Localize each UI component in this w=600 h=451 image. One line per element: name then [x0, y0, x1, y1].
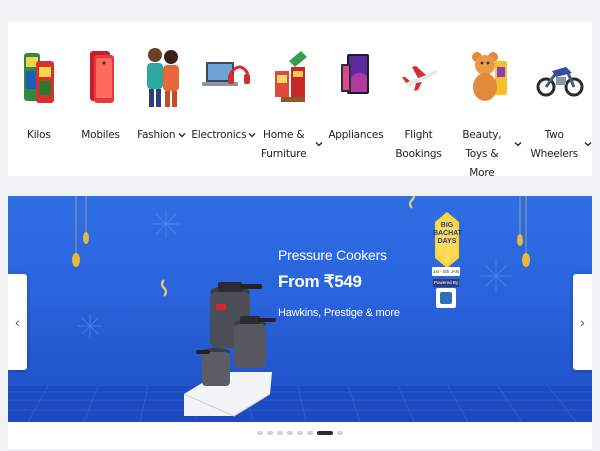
- badge-dates: 1st - 5th JAN: [432, 267, 460, 276]
- carousel-dot[interactable]: [257, 431, 263, 435]
- carousel-dot[interactable]: [277, 431, 283, 435]
- category-mobiles[interactable]: Mobiles: [70, 22, 132, 176]
- tv-appliance-icon: [327, 44, 387, 110]
- promo-banner[interactable]: Pressure Cookers From ₹549 Hawkins, Pres…: [8, 196, 592, 422]
- carousel-dot[interactable]: [297, 431, 303, 435]
- chevron-down-icon: [177, 126, 187, 145]
- carousel-dot[interactable]: [337, 431, 343, 435]
- chevron-right-icon: ›: [580, 314, 585, 330]
- airplane-icon: [390, 44, 450, 110]
- category-label: Electronics: [191, 126, 256, 145]
- category-kilos[interactable]: Kilos: [8, 22, 70, 176]
- promo-subtitle: Hawkins, Prestige & more: [278, 307, 400, 319]
- category-electronics[interactable]: Electronics: [191, 22, 256, 176]
- category-label: Beauty, Toys & More: [449, 126, 526, 183]
- bank-logo-icon: [436, 288, 456, 308]
- chevron-left-icon: ‹: [15, 314, 20, 330]
- banner-carousel: Pressure Cookers From ₹549 Hawkins, Pres…: [8, 196, 592, 449]
- teddy-bear-icon: [459, 44, 519, 110]
- carousel-dot[interactable]: [307, 431, 313, 435]
- chevron-down-icon: [315, 126, 324, 147]
- carousel-next-button[interactable]: ›: [573, 274, 592, 370]
- carousel-dot[interactable]: [267, 431, 273, 435]
- carousel-prev-button[interactable]: ‹: [8, 274, 27, 370]
- category-navigation: Kilos Mobiles Fashion Electronics Home &…: [8, 22, 592, 179]
- category-two-wheelers[interactable]: Two Wheelers: [526, 22, 592, 176]
- home-furniture-icon: [261, 44, 321, 110]
- motorbike-icon: [530, 44, 590, 110]
- mobile-phone-icon: [72, 44, 132, 110]
- chevron-down-icon: [584, 126, 592, 147]
- category-label: Fashion: [131, 126, 193, 145]
- pressure-cooker-icon: [196, 282, 276, 386]
- grocery-icon: [10, 44, 70, 110]
- carousel-pagination: [8, 431, 592, 435]
- promo-title: Pressure Cookers: [278, 247, 387, 263]
- category-fashion[interactable]: Fashion: [131, 22, 193, 176]
- category-label: Home & Furniture: [255, 126, 324, 164]
- category-flight-bookings[interactable]: Flight Bookings: [388, 22, 450, 176]
- badge-text: BIG BACHAT DAYS: [433, 222, 463, 245]
- carousel-dot[interactable]: [287, 431, 293, 435]
- category-label: Flight Bookings: [395, 129, 442, 160]
- category-label: Appliances: [328, 129, 384, 141]
- promo-price: From ₹549: [278, 272, 362, 291]
- category-label: Two Wheelers: [526, 126, 592, 164]
- category-label: Kilos: [27, 129, 51, 141]
- fashion-models-icon: [133, 44, 193, 110]
- category-beauty-toys[interactable]: Beauty, Toys & More: [449, 22, 526, 179]
- laptop-headphones-icon: [195, 44, 255, 110]
- category-appliances[interactable]: Appliances: [324, 22, 388, 176]
- category-home-furniture[interactable]: Home & Furniture: [255, 22, 324, 176]
- carousel-dot-active[interactable]: [317, 431, 333, 435]
- category-label: Mobiles: [81, 129, 120, 141]
- badge-powered: Powered By: [433, 279, 459, 287]
- chevron-down-icon: [513, 126, 523, 147]
